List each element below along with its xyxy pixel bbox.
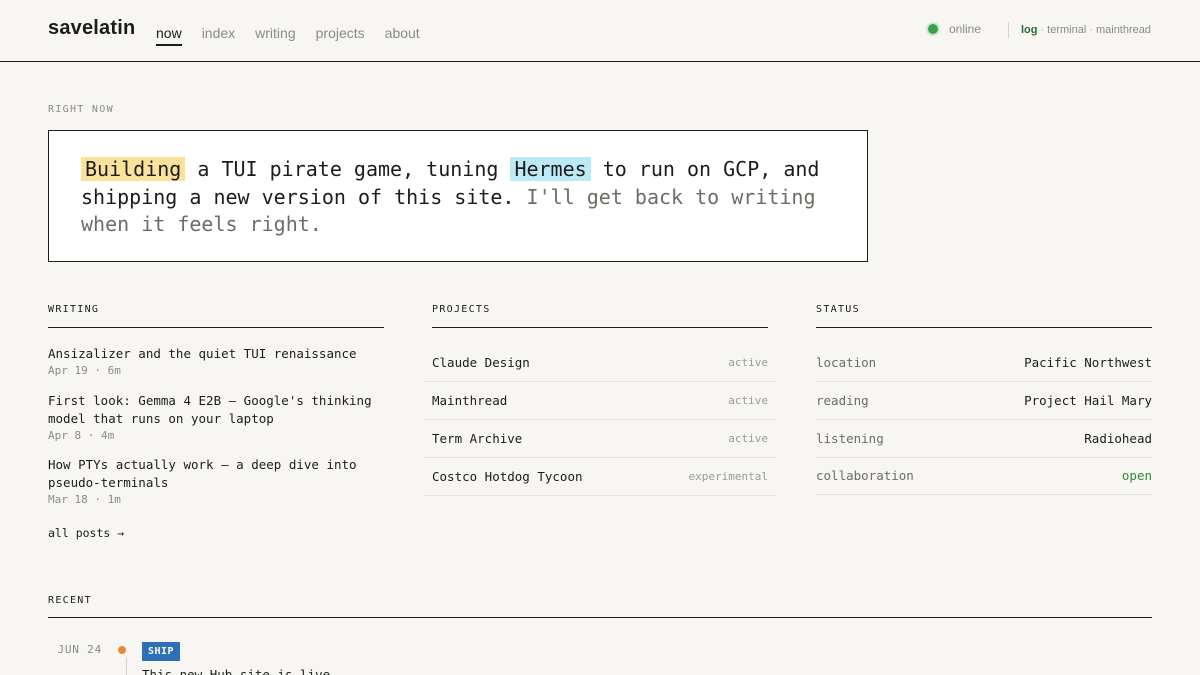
post-meta: Apr 19 · 6m <box>48 364 121 377</box>
timeline-line <box>126 657 127 675</box>
nav-about[interactable]: about <box>385 25 420 46</box>
post-title[interactable]: Ansizalizer and the quiet TUI renaissanc… <box>48 345 388 363</box>
project-row[interactable]: Costco Hotdog Tycoon experimental <box>424 458 776 496</box>
project-row[interactable]: Claude Design active <box>424 344 776 382</box>
all-posts-link[interactable]: all posts → <box>48 526 124 540</box>
status-value-open: open <box>1121 468 1152 483</box>
nav-index[interactable]: index <box>202 25 235 46</box>
status-rule <box>816 327 1152 328</box>
status-label: STATUS <box>816 304 860 315</box>
status-key: reading <box>816 393 869 408</box>
site-logo[interactable]: savelatin <box>48 17 135 40</box>
project-status: active <box>728 356 768 369</box>
recent-rule <box>48 617 1152 618</box>
highlight-building: Building <box>81 157 186 181</box>
link-separator: · <box>1040 24 1045 36</box>
post-meta: Apr 8 · 4m <box>48 429 115 442</box>
status-key: listening <box>816 431 884 446</box>
recent-entry-text[interactable]: This new Hub site is live <box>142 667 330 675</box>
post-item[interactable]: Ansizalizer and the quiet TUI renaissanc… <box>48 345 388 377</box>
project-status: active <box>728 432 768 445</box>
project-row[interactable]: Term Archive active <box>424 420 776 458</box>
project-row[interactable]: Mainthread active <box>424 382 776 420</box>
recent-label: RECENT <box>48 595 92 606</box>
post-meta: Mar 18 · 1m <box>48 493 121 506</box>
project-name: Costco Hotdog Tycoon <box>432 469 583 484</box>
post-title[interactable]: How PTYs actually work — a deep dive int… <box>48 456 388 492</box>
nav-now[interactable]: now <box>156 25 182 46</box>
link-mainthread[interactable]: mainthread <box>1096 24 1151 36</box>
link-log[interactable]: log <box>1021 24 1038 36</box>
site-header: savelatin now index writing projects abo… <box>0 0 1200 62</box>
post-title[interactable]: First look: Gemma 4 E2B — Google's think… <box>48 392 388 428</box>
status-row: reading Project Hail Mary <box>816 382 1152 420</box>
status-value: Pacific Northwest <box>1024 355 1152 370</box>
project-status: experimental <box>688 470 768 483</box>
ship-tag-badge: SHIP <box>142 642 181 661</box>
right-now-label: RIGHT NOW <box>48 104 114 115</box>
link-separator: · <box>1089 24 1093 36</box>
header-divider <box>1008 22 1009 38</box>
highlight-hermes: Hermes <box>510 157 591 181</box>
recent-date: JUN 24 <box>57 643 102 656</box>
timeline-dot-icon <box>118 646 126 654</box>
projects-label: PROJECTS <box>432 304 491 315</box>
now-statement-box: Building a TUI pirate game, tuning Herme… <box>48 130 868 262</box>
writing-rule <box>48 327 384 328</box>
status-value: Project Hail Mary <box>1024 393 1152 408</box>
now-text-1: a TUI pirate game, tuning <box>185 157 511 181</box>
status-key: location <box>816 355 877 370</box>
online-status: online <box>928 22 981 36</box>
main-nav: now index writing projects about <box>156 25 440 46</box>
link-terminal[interactable]: terminal <box>1047 24 1086 36</box>
online-status-label: online <box>949 22 982 36</box>
status-value: Radiohead <box>1084 431 1152 446</box>
post-item[interactable]: First look: Gemma 4 E2B — Google's think… <box>48 392 388 442</box>
status-row: listening Radiohead <box>816 420 1152 458</box>
post-item[interactable]: How PTYs actually work — a deep dive int… <box>48 456 388 506</box>
projects-rule <box>432 327 768 328</box>
writing-label: WRITING <box>48 304 100 315</box>
project-name: Claude Design <box>432 355 530 370</box>
status-row: location Pacific Northwest <box>816 344 1152 382</box>
header-links: log · terminal · mainthread <box>1021 24 1151 36</box>
status-row: collaboration open <box>816 457 1152 495</box>
status-key: collaboration <box>816 468 914 483</box>
online-dot-icon <box>928 24 938 34</box>
project-name: Term Archive <box>432 431 523 446</box>
nav-writing[interactable]: writing <box>255 25 295 46</box>
project-status: active <box>728 394 768 407</box>
project-name: Mainthread <box>432 393 508 408</box>
nav-projects[interactable]: projects <box>316 25 365 46</box>
